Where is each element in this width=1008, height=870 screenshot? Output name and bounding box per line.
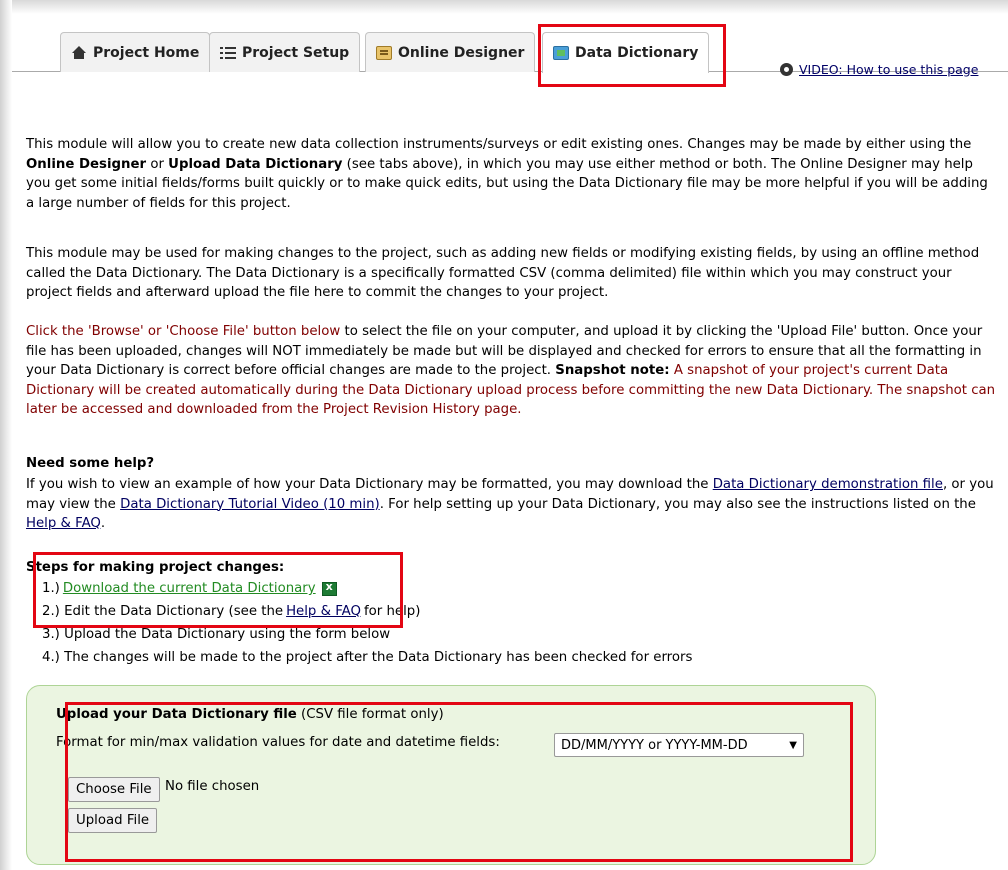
tutorial-video-link[interactable]: Data Dictionary Tutorial Video (10 min) — [120, 497, 380, 512]
video-link[interactable]: VIDEO: How to use this page — [780, 62, 978, 77]
steps-heading: Steps for making project changes: — [26, 560, 285, 575]
intro-paragraph-2: This module may be used for making chang… — [26, 244, 996, 303]
data-dictionary-icon — [553, 46, 569, 60]
step-3: 3.) Upload the Data Dictionary using the… — [42, 627, 390, 642]
step-text: for help) — [363, 604, 421, 619]
tab-online-designer[interactable]: Online Designer — [365, 32, 536, 72]
no-file-text: No file chosen — [165, 779, 260, 794]
text: Click the 'Browse' or 'Choose File' butt… — [26, 324, 341, 339]
tab-label: Online Designer — [398, 44, 525, 61]
film-icon — [780, 63, 793, 76]
intro-paragraph-3: Click the 'Browse' or 'Choose File' butt… — [26, 322, 996, 420]
online-designer-text: Online Designer — [26, 156, 147, 172]
upload-dd-text: Upload Data Dictionary — [168, 156, 343, 172]
window-left-shadow — [0, 0, 12, 870]
step-4: 4.) The changes will be made to the proj… — [42, 650, 692, 665]
upload-title: Upload your Data Dictionary file (CSV fi… — [56, 707, 444, 722]
download-dd-link[interactable]: Download the current Data Dictionary — [63, 581, 316, 596]
step-1: 1.) Download the current Data Dictionary — [42, 580, 337, 596]
window-top-shadow — [0, 0, 1008, 14]
date-format-label: Format for min/max validation values for… — [56, 735, 500, 750]
step-text: 4.) The changes will be made to the proj… — [42, 650, 693, 665]
tab-project-home[interactable]: Project Home — [60, 32, 211, 72]
chevron-down-icon: ▼ — [789, 739, 797, 751]
snapshot-note-label: Snapshot note: — [555, 363, 670, 378]
step-2: 2.) Edit the Data Dictionary (see the He… — [42, 604, 420, 619]
date-format-value: DD/MM/YYYY or YYYY-MM-DD — [561, 737, 748, 753]
help-faq-link[interactable]: Help & FAQ — [26, 516, 101, 531]
designer-icon — [376, 45, 392, 60]
date-format-select[interactable]: DD/MM/YYYY or YYYY-MM-DD ▼ — [554, 733, 804, 757]
step-text: 2.) Edit the Data Dictionary (see the — [42, 604, 284, 619]
help-faq-link-step[interactable]: Help & FAQ — [286, 604, 361, 619]
home-icon — [71, 45, 87, 60]
intro-paragraph-1: This module will allow you to create new… — [26, 135, 996, 213]
upload-file-button[interactable]: Upload File — [68, 808, 158, 833]
upload-title-rest: (CSV file format only) — [296, 707, 444, 722]
text: . — [100, 516, 106, 531]
help-paragraph: If you wish to view an example of how yo… — [26, 475, 996, 534]
upload-title-bold: Upload your Data Dictionary file — [56, 707, 297, 722]
text: . For help setting up your Data Dictiona… — [379, 496, 976, 512]
demo-file-link[interactable]: Data Dictionary demonstration file — [713, 477, 943, 492]
tab-label: Project Setup — [242, 44, 350, 61]
text: This module will allow you to create new… — [26, 137, 972, 152]
tab-label: Project Home — [93, 44, 200, 61]
text: If you wish to view an example of how yo… — [26, 477, 713, 492]
text: or — [146, 156, 169, 172]
text: This module may be used for making chang… — [26, 246, 980, 300]
excel-icon[interactable] — [321, 580, 337, 596]
step-text: 3.) Upload the Data Dictionary using the… — [42, 627, 391, 642]
choose-file-button[interactable]: Choose File — [68, 777, 160, 802]
tab-data-dictionary[interactable]: Data Dictionary — [542, 32, 710, 73]
video-link-label[interactable]: VIDEO: How to use this page — [799, 62, 978, 77]
step-prefix: 1.) — [42, 581, 60, 596]
list-icon — [220, 45, 236, 60]
tab-label: Data Dictionary — [575, 45, 699, 61]
help-heading: Need some help? — [26, 456, 155, 471]
tab-project-setup[interactable]: Project Setup — [209, 32, 361, 72]
